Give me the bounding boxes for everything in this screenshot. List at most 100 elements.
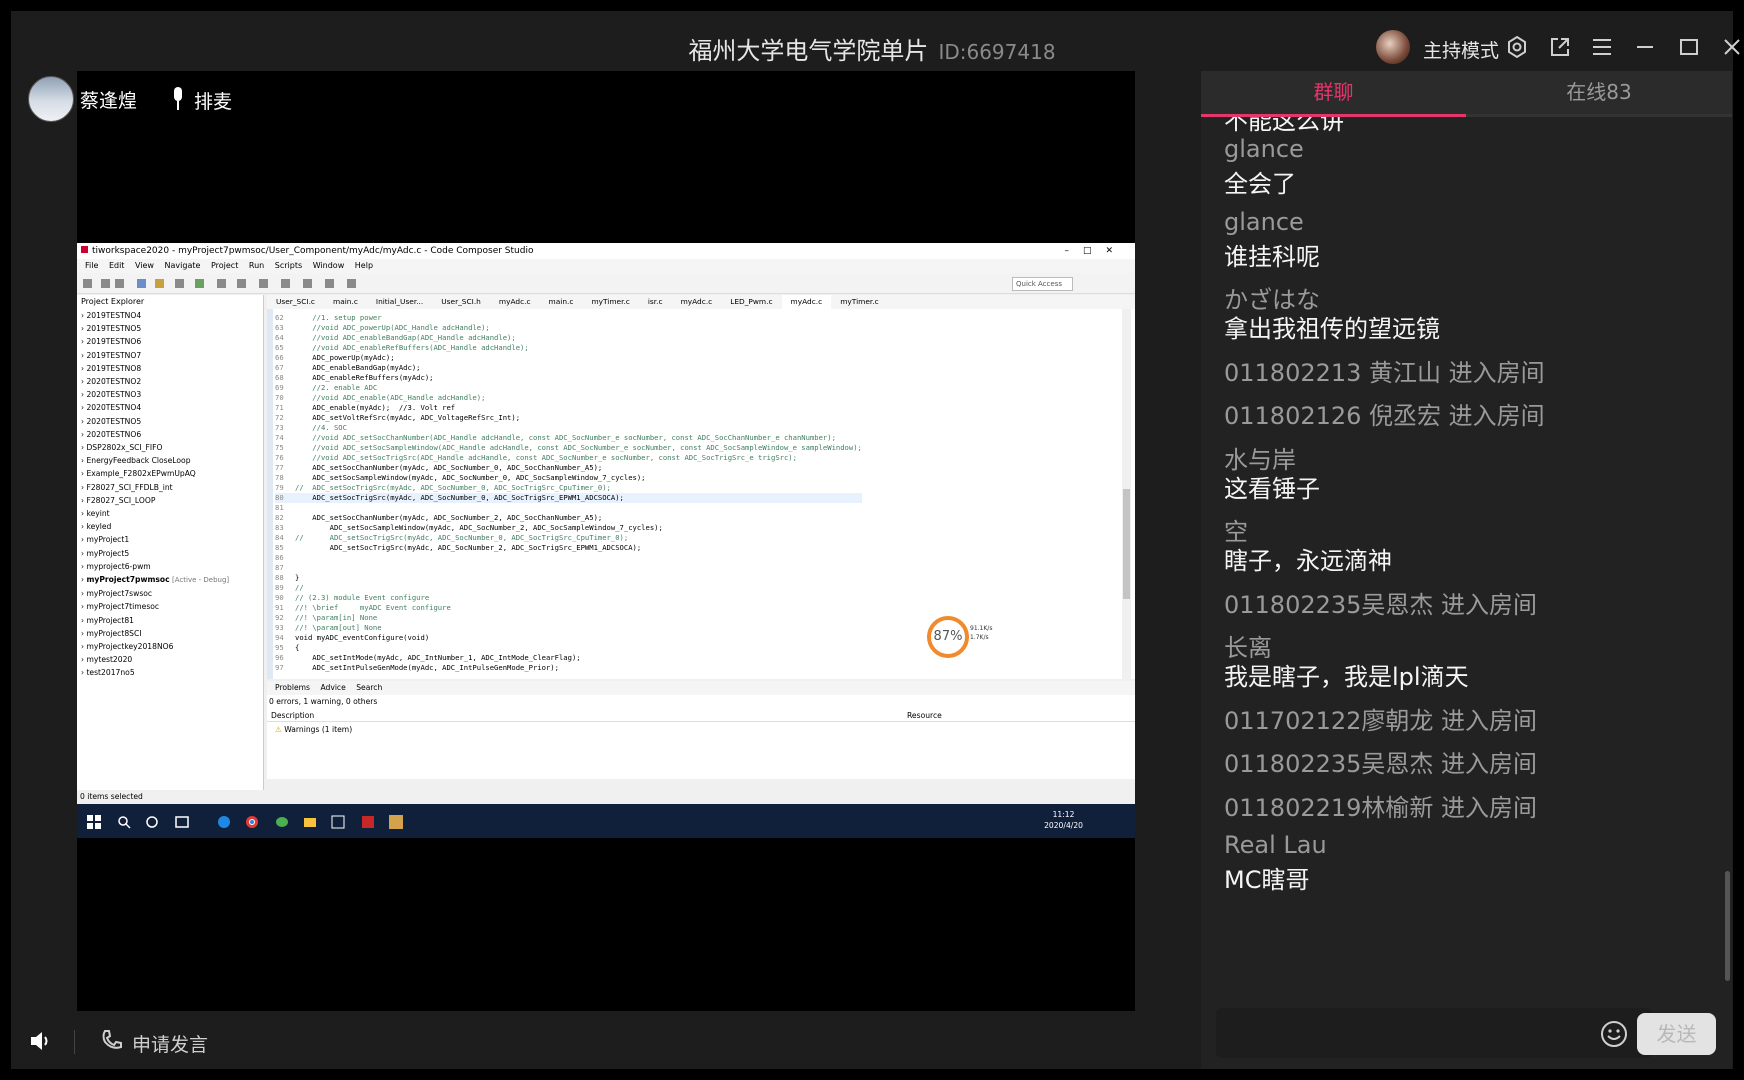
tab-advice[interactable]: Advice <box>320 683 345 692</box>
message-username[interactable]: Real Lau <box>1224 831 1327 859</box>
host-mode-label[interactable]: 主持模式 <box>1423 36 1499 63</box>
editor-tab[interactable]: User_SCI.c <box>267 295 324 309</box>
performance-meter[interactable]: 87% <box>927 616 969 658</box>
request-speak-button[interactable]: 申请发言 <box>132 1030 208 1057</box>
project-item[interactable]: › EnergyFeedback CloseLoop <box>81 454 229 467</box>
menu-icon[interactable] <box>1586 31 1618 63</box>
quick-access-input[interactable]: Quick Access <box>1012 277 1073 291</box>
project-item[interactable]: › F28027_SCI_LOOP <box>81 494 229 507</box>
editor-tab[interactable]: Initial_User... <box>367 295 432 309</box>
ccs-window-controls[interactable]: –□✕ <box>1064 243 1127 259</box>
project-item[interactable]: › mytest2020 <box>81 653 229 666</box>
editor-tab[interactable]: main.c <box>324 295 367 309</box>
project-item[interactable]: › myproject6-pwm <box>81 560 229 573</box>
menu-file[interactable]: File <box>85 261 98 270</box>
ccs-taskbar-icon[interactable] <box>361 814 375 828</box>
editor-tab[interactable]: myAdc.c <box>490 295 540 309</box>
project-item[interactable]: › 2020TESTNO4 <box>81 401 229 414</box>
menu-view[interactable]: View <box>135 261 154 270</box>
project-item[interactable]: › myProject7timesoc <box>81 600 229 613</box>
speaker-avatar[interactable] <box>28 76 74 122</box>
maximize-icon[interactable] <box>1673 31 1705 63</box>
project-item[interactable]: › myProject5 <box>81 547 229 560</box>
close-icon[interactable] <box>1716 31 1744 63</box>
wechat-icon[interactable] <box>275 814 289 828</box>
line-number: 84 <box>275 533 284 542</box>
project-item[interactable]: › DSP2802x_SCI_FIFO <box>81 441 229 454</box>
menu-project[interactable]: Project <box>211 261 238 270</box>
start-icon[interactable] <box>87 814 101 829</box>
editor-tab[interactable]: isr.c <box>639 295 672 309</box>
menu-edit[interactable]: Edit <box>109 261 125 270</box>
explorer-tab[interactable]: Project Explorer <box>81 297 144 306</box>
code-editor[interactable]: 62 //1. setup power 63 //void ADC_powerUp… <box>267 309 1135 679</box>
active-app-icon[interactable] <box>389 814 403 829</box>
project-item[interactable]: › 2019TESTNO7 <box>81 349 229 362</box>
project-item[interactable]: › Example_F2802xEPwmUpAQ <box>81 467 229 480</box>
emoji-icon[interactable] <box>1600 1020 1628 1048</box>
send-button[interactable]: 发送 <box>1637 1013 1716 1055</box>
line-number: 62 <box>275 313 284 322</box>
project-item[interactable]: › 2020TESTNO5 <box>81 415 229 428</box>
volume-icon[interactable] <box>28 1028 54 1054</box>
settings-icon[interactable] <box>1501 31 1533 63</box>
project-item[interactable]: › keyint <box>81 507 229 520</box>
chat-input[interactable] <box>1216 1008 1652 1058</box>
menu-help[interactable]: Help <box>355 261 373 270</box>
editor-tab[interactable]: myAdc.c <box>781 295 832 309</box>
project-item[interactable]: › 2020TESTNO3 <box>81 388 229 401</box>
app-icon[interactable] <box>331 814 345 829</box>
col-description[interactable]: Description <box>271 711 314 720</box>
explorer-icon[interactable] <box>303 814 317 828</box>
tab-group-chat[interactable]: 群聊 <box>1201 71 1466 117</box>
editor-tab[interactable]: main.c <box>540 295 583 309</box>
project-item[interactable]: › myProject1 <box>81 533 229 546</box>
message-username[interactable]: glance <box>1224 135 1304 163</box>
tab-search[interactable]: Search <box>356 683 382 692</box>
col-resource[interactable]: Resource <box>907 711 942 720</box>
project-item[interactable]: › 2019TESTNO8 <box>81 362 229 375</box>
tab-problems[interactable]: Problems <box>275 683 310 692</box>
edge-icon[interactable] <box>217 814 231 828</box>
taskbar-clock[interactable]: 11:12 2020/4/20 <box>1044 809 1083 831</box>
editor-tab[interactable]: User_SCI.h <box>432 295 490 309</box>
editor-scroll-thumb[interactable] <box>1123 489 1130 599</box>
project-item[interactable]: › myProject7swsoc <box>81 587 229 600</box>
project-item[interactable]: › myProjectkey2018NO6 <box>81 640 229 653</box>
project-item[interactable]: › 2019TESTNO6 <box>81 335 229 348</box>
menu-navigate[interactable]: Navigate <box>165 261 201 270</box>
menu-scripts[interactable]: Scripts <box>275 261 302 270</box>
popout-icon[interactable] <box>1544 31 1576 63</box>
toolbar-icons[interactable] <box>77 273 437 293</box>
host-avatar[interactable] <box>1376 30 1410 64</box>
project-item[interactable]: › F28027_SCI_FFDLB_int <box>81 481 229 494</box>
project-item[interactable]: › test2017no5 <box>81 666 229 679</box>
project-item[interactable]: › myProject81 <box>81 614 229 627</box>
editor-tab[interactable]: myTimer.c <box>831 295 887 309</box>
project-label: myProjectkey2018NO6 <box>86 642 174 652</box>
menu-run[interactable]: Run <box>249 261 264 270</box>
chrome-icon[interactable] <box>245 814 259 828</box>
editor-tab[interactable]: LED_Pwm.c <box>721 295 781 309</box>
editor-tab[interactable]: myAdc.c <box>672 295 722 309</box>
message-username[interactable]: glance <box>1224 208 1304 236</box>
project-item[interactable]: › myProject8SCI <box>81 627 229 640</box>
project-item[interactable]: › 2020TESTNO6 <box>81 428 229 441</box>
project-item[interactable]: › myProject7pwmsoc [Active - Debug] <box>81 573 229 587</box>
menu-window[interactable]: Window <box>313 261 345 270</box>
warnings-row[interactable]: ⚠ Warnings (1 item) <box>275 725 352 734</box>
search-icon[interactable] <box>117 814 131 829</box>
message-text: MC瞎哥 <box>1224 866 1310 894</box>
task-view-icon[interactable] <box>175 814 189 828</box>
project-item[interactable]: › 2019TESTNO4 <box>81 309 229 322</box>
minimize-icon[interactable] <box>1629 31 1661 63</box>
editor-tab[interactable]: myTimer.c <box>582 295 638 309</box>
project-item[interactable]: › 2020TESTNO2 <box>81 375 229 388</box>
tab-online[interactable]: 在线83 <box>1466 71 1732 117</box>
phone-icon[interactable] <box>100 1028 124 1052</box>
project-item[interactable]: › keyled <box>81 520 229 533</box>
cortana-icon[interactable] <box>145 814 159 828</box>
project-item[interactable]: › 2019TESTNO5 <box>81 322 229 335</box>
queue-button[interactable]: 排麦 <box>194 87 232 114</box>
chat-scrollbar[interactable] <box>1725 871 1730 981</box>
